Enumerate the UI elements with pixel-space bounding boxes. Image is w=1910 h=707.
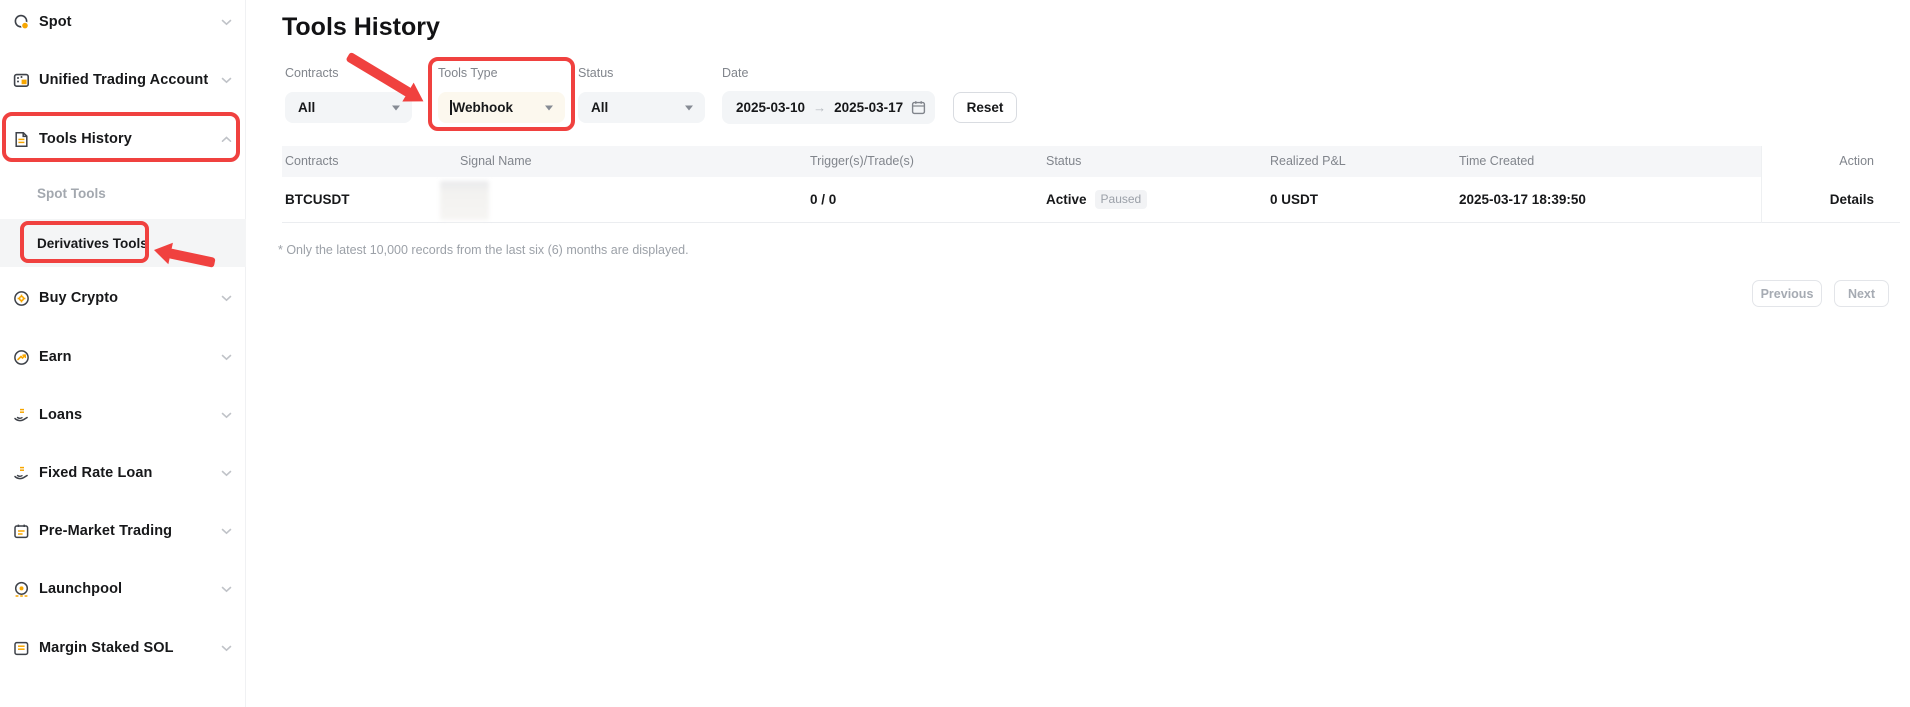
sidebar-item-unified-trading-account[interactable]: Unified Trading Account bbox=[0, 58, 246, 102]
sidebar-item-spot[interactable]: Spot bbox=[0, 0, 246, 44]
loans-icon bbox=[13, 407, 30, 424]
calendar-icon bbox=[911, 100, 926, 115]
date-filter-label: Date bbox=[722, 66, 748, 80]
sidebar-item-label: Pre-Market Trading bbox=[39, 523, 172, 539]
sidebar: Spot Unified Trading Account Tools Histo… bbox=[0, 0, 246, 707]
column-header-time-created: Time Created bbox=[1459, 146, 1534, 177]
cell-triggers-trades: 0 / 0 bbox=[810, 177, 836, 223]
column-header-status: Status bbox=[1046, 146, 1081, 177]
contracts-dropdown-value: All bbox=[298, 100, 315, 115]
cell-contracts: BTCUSDT bbox=[285, 177, 350, 223]
sidebar-item-loans[interactable]: Loans bbox=[0, 393, 246, 437]
next-page-button[interactable]: Next bbox=[1834, 280, 1889, 307]
date-to-value: 2025-03-17 bbox=[834, 100, 903, 115]
date-from-value: 2025-03-10 bbox=[736, 100, 805, 115]
sidebar-item-earn[interactable]: Earn bbox=[0, 335, 246, 379]
sidebar-item-label: Fixed Rate Loan bbox=[39, 465, 153, 481]
margin-staked-sol-icon bbox=[13, 640, 30, 657]
sidebar-item-label: Buy Crypto bbox=[39, 290, 118, 306]
status-paused-badge: Paused bbox=[1095, 190, 1148, 209]
tools-history-table: Contracts Signal Name Trigger(s)/Trade(s… bbox=[282, 146, 1900, 223]
tools-type-dropdown-value: Webhook bbox=[453, 100, 514, 115]
table-header-row: Contracts Signal Name Trigger(s)/Trade(s… bbox=[282, 146, 1900, 177]
action-column-header-background bbox=[1761, 146, 1900, 177]
contracts-filter-label: Contracts bbox=[285, 66, 339, 80]
fixed-rate-loan-icon bbox=[13, 465, 30, 482]
chevron-down-icon bbox=[221, 289, 232, 307]
column-header-realized-pnl: Realized P&L bbox=[1270, 146, 1346, 177]
sidebar-item-launchpool[interactable]: Launchpool bbox=[0, 567, 246, 611]
sidebar-item-label: Earn bbox=[39, 349, 72, 365]
earn-icon bbox=[13, 349, 30, 366]
arrow-right-icon: → bbox=[813, 100, 826, 115]
chevron-down-icon bbox=[221, 464, 232, 482]
sidebar-item-pre-market-trading[interactable]: Pre-Market Trading bbox=[0, 509, 246, 553]
tools-history-icon bbox=[13, 131, 30, 148]
cell-status: Active Paused bbox=[1046, 177, 1147, 223]
chevron-down-icon bbox=[221, 71, 232, 89]
chevron-down-icon bbox=[221, 406, 232, 424]
tools-history-page: Spot Unified Trading Account Tools Histo… bbox=[0, 0, 1910, 707]
sidebar-item-tools-history[interactable]: Tools History bbox=[0, 117, 246, 161]
action-column-divider bbox=[1761, 146, 1762, 223]
sidebar-item-label: Loans bbox=[39, 407, 82, 423]
sidebar-subitem-label: Spot Tools bbox=[37, 186, 106, 201]
previous-page-label: Previous bbox=[1761, 287, 1814, 301]
cell-realized-pnl: 0 USDT bbox=[1270, 177, 1318, 223]
cell-time-created: 2025-03-17 18:39:50 bbox=[1459, 177, 1586, 223]
spot-icon bbox=[13, 14, 30, 31]
sidebar-subitem-spot-tools[interactable]: Spot Tools bbox=[0, 171, 246, 215]
sidebar-item-label: Tools History bbox=[39, 131, 132, 147]
sidebar-subitem-label: Derivatives Tools bbox=[37, 236, 148, 251]
status-dropdown[interactable]: All bbox=[578, 92, 705, 123]
page-title: Tools History bbox=[282, 13, 440, 42]
launchpool-icon bbox=[13, 581, 30, 598]
chevron-down-icon bbox=[685, 105, 693, 110]
chevron-down-icon bbox=[392, 105, 400, 110]
buy-crypto-icon bbox=[13, 290, 30, 307]
column-header-signal-name: Signal Name bbox=[460, 146, 532, 177]
table-row: BTCUSDT 0 / 0 Active Paused 0 USDT 2025-0… bbox=[282, 177, 1900, 223]
chevron-up-icon bbox=[221, 130, 232, 148]
sidebar-item-buy-crypto[interactable]: Buy Crypto bbox=[0, 276, 246, 320]
reset-button-label: Reset bbox=[967, 100, 1004, 115]
status-dropdown-value: All bbox=[591, 100, 608, 115]
date-range-picker[interactable]: 2025-03-10 → 2025-03-17 bbox=[722, 91, 935, 124]
previous-page-button[interactable]: Previous bbox=[1752, 280, 1822, 307]
column-header-triggers-trades: Trigger(s)/Trade(s) bbox=[810, 146, 914, 177]
sidebar-subitem-derivatives-tools[interactable]: Derivatives Tools bbox=[0, 221, 246, 265]
unified-trading-account-icon bbox=[13, 72, 30, 89]
sidebar-item-label: Unified Trading Account bbox=[39, 72, 208, 88]
sidebar-item-fixed-rate-loan[interactable]: Fixed Rate Loan bbox=[0, 451, 246, 495]
chevron-down-icon bbox=[545, 105, 553, 110]
column-header-action: Action bbox=[1839, 146, 1874, 177]
contracts-dropdown[interactable]: All bbox=[285, 92, 412, 123]
chevron-down-icon bbox=[221, 639, 232, 657]
status-filter-label: Status bbox=[578, 66, 613, 80]
details-link[interactable]: Details bbox=[1830, 177, 1874, 223]
tools-type-filter-label: Tools Type bbox=[438, 66, 498, 80]
sidebar-item-label: Launchpool bbox=[39, 581, 122, 597]
pre-market-trading-icon bbox=[13, 523, 30, 540]
chevron-down-icon bbox=[221, 580, 232, 598]
sidebar-item-margin-staked-sol[interactable]: Margin Staked SOL bbox=[0, 626, 246, 670]
cell-signal-name-redacted bbox=[440, 181, 489, 220]
sidebar-item-label: Spot bbox=[39, 14, 72, 30]
chevron-down-icon bbox=[221, 348, 232, 366]
sidebar-item-label: Margin Staked SOL bbox=[39, 640, 174, 656]
chevron-down-icon bbox=[221, 13, 232, 31]
text-cursor bbox=[450, 100, 452, 115]
column-header-contracts: Contracts bbox=[285, 146, 339, 177]
records-footnote: * Only the latest 10,000 records from th… bbox=[278, 243, 689, 257]
tools-type-dropdown[interactable]: Webhook bbox=[438, 92, 565, 123]
status-text: Active bbox=[1046, 192, 1087, 207]
next-page-label: Next bbox=[1848, 287, 1875, 301]
reset-button[interactable]: Reset bbox=[953, 92, 1017, 123]
chevron-down-icon bbox=[221, 522, 232, 540]
